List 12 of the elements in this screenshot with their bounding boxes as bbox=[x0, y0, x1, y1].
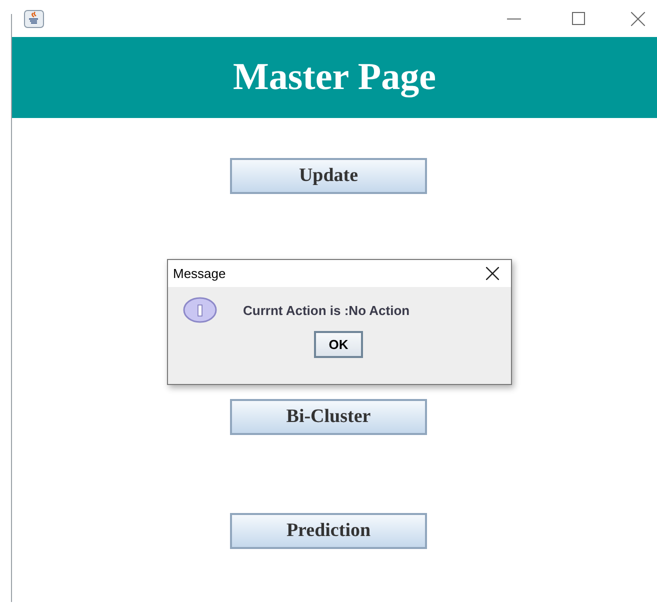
info-icon bbox=[182, 297, 218, 325]
ok-button[interactable]: OK bbox=[314, 331, 363, 358]
close-icon[interactable] bbox=[486, 267, 499, 280]
app-icon bbox=[24, 10, 44, 28]
maximize-icon[interactable] bbox=[572, 12, 585, 25]
menu-button[interactable]: Update bbox=[230, 158, 427, 194]
menu-button[interactable]: Bi-Cluster bbox=[230, 399, 427, 435]
dialog-message: Currnt Action is :No Action bbox=[243, 302, 410, 320]
menu-button[interactable]: Prediction bbox=[230, 513, 427, 549]
minimize-icon[interactable] bbox=[507, 18, 521, 20]
page-title: Master Page bbox=[233, 55, 436, 100]
dialog-title: Message bbox=[173, 264, 226, 283]
